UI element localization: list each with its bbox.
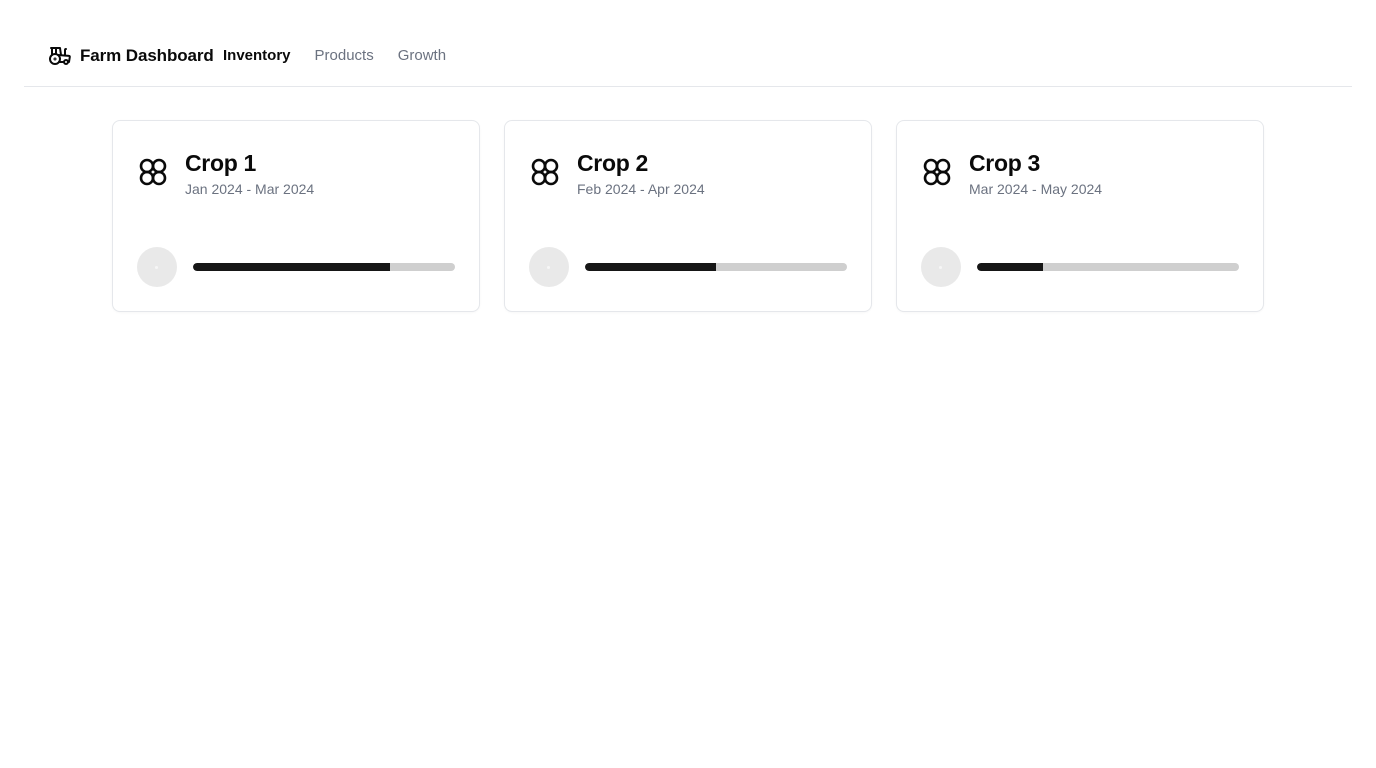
flower-icon [137, 156, 169, 188]
nav-link-inventory[interactable]: Inventory [223, 44, 291, 68]
progress-bar [977, 263, 1239, 271]
flower-icon [921, 156, 953, 188]
crop-card: Crop 1 Jan 2024 - Mar 2024 [112, 120, 480, 312]
crop-title: Crop 3 [969, 150, 1041, 176]
crop-date-range: Jan 2024 - Mar 2024 [185, 181, 315, 197]
flower-icon [529, 156, 561, 188]
crop-cards: Crop 1 Jan 2024 - Mar 2024 Crop 2 Feb 20… [112, 120, 1264, 312]
progress-bar [193, 263, 455, 271]
crop-date-range: Feb 2024 - Apr 2024 [577, 181, 705, 197]
progress-bar [585, 263, 847, 271]
brand-name: Farm Dashboard [80, 46, 214, 65]
avatar [529, 247, 569, 287]
avatar [921, 247, 961, 287]
progress-fill [585, 263, 716, 271]
nav-link-growth[interactable]: Growth [398, 44, 446, 68]
nav-link-products[interactable]: Products [315, 44, 374, 68]
progress-fill [193, 263, 390, 271]
tractor-icon [48, 44, 72, 68]
crop-card: Crop 3 Mar 2024 - May 2024 [896, 120, 1264, 312]
crop-title: Crop 2 [577, 150, 649, 176]
crop-card: Crop 2 Feb 2024 - Apr 2024 [504, 120, 872, 312]
crop-title: Crop 1 [185, 150, 257, 176]
top-navigation-bar: Farm Dashboard Inventory Products Growth [24, 0, 1352, 87]
crop-date-range: Mar 2024 - May 2024 [969, 181, 1103, 197]
avatar [137, 247, 177, 287]
brand-link[interactable]: Farm Dashboard [48, 44, 214, 68]
main-nav: Inventory Products Growth [223, 44, 470, 68]
progress-fill [977, 263, 1043, 271]
